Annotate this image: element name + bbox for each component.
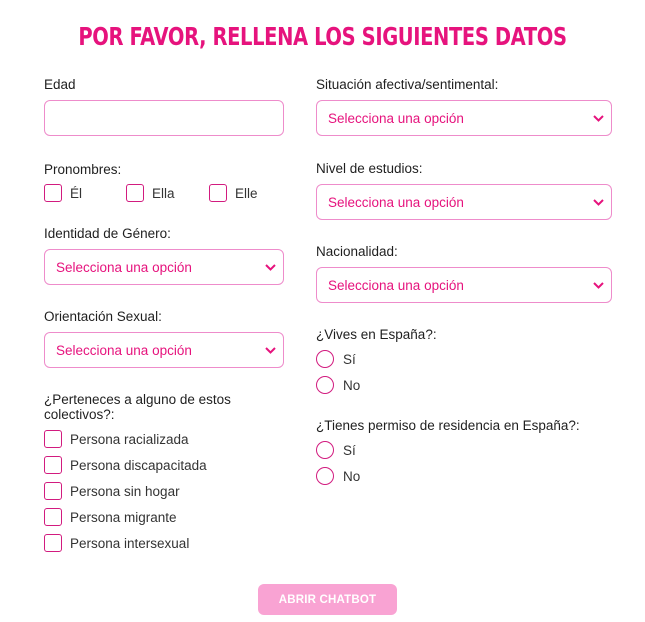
colectivo-sin-hogar-option[interactable]: Persona sin hogar [44, 482, 180, 500]
permiso-si-label: Sí [343, 442, 356, 458]
orientacion-select-value: Selecciona una opción [56, 342, 192, 358]
vives-si-option[interactable]: Sí [316, 350, 356, 368]
permiso-no-option[interactable]: No [316, 467, 360, 485]
colectivo-sin-hogar-checkbox[interactable] [44, 482, 62, 500]
chevron-down-icon [264, 344, 276, 356]
colectivo-racializada-option[interactable]: Persona racializada [44, 430, 189, 448]
vives-si-radio[interactable] [316, 350, 334, 368]
colectivo-migrante-option[interactable]: Persona migrante [44, 508, 177, 526]
nacionalidad-select-value: Selecciona una opción [328, 277, 464, 293]
orientacion-label: Orientación Sexual: [44, 309, 162, 324]
nacionalidad-select[interactable]: Selecciona una opción [316, 267, 612, 303]
permiso-label: ¿Tienes permiso de residencia en España?… [316, 418, 580, 433]
vives-no-option[interactable]: No [316, 376, 360, 394]
colectivos-label-line2: colectivos?: [44, 407, 115, 422]
colectivo-intersexual-checkbox[interactable] [44, 534, 62, 552]
situacion-select-value: Selecciona una opción [328, 110, 464, 126]
orientacion-select[interactable]: Selecciona una opción [44, 332, 284, 368]
vives-label: ¿Vives en España?: [316, 327, 437, 342]
situacion-label: Situación afectiva/sentimental: [316, 77, 499, 92]
colectivo-migrante-label: Persona migrante [70, 509, 177, 525]
estudios-select-value: Selecciona una opción [328, 194, 464, 210]
chevron-down-icon [264, 261, 276, 273]
identidad-select-value: Selecciona una opción [56, 259, 192, 275]
colectivo-sin-hogar-label: Persona sin hogar [70, 483, 180, 499]
nacionalidad-label: Nacionalidad: [316, 244, 398, 259]
colectivo-racializada-label: Persona racializada [70, 431, 189, 447]
colectivo-discapacitada-label: Persona discapacitada [70, 457, 207, 473]
estudios-label: Nivel de estudios: [316, 161, 423, 176]
vives-no-radio[interactable] [316, 376, 334, 394]
pronombres-label: Pronombres: [44, 162, 122, 177]
chevron-down-icon [592, 279, 604, 291]
page-title: POR FAVOR, RELLENA LOS SIGUIENTES DATOS [78, 22, 567, 51]
pronombre-elle-option[interactable]: Elle [209, 184, 258, 202]
pronombre-ella-label: Ella [152, 185, 175, 201]
abrir-chatbot-button[interactable]: ABRIR CHATBOT [258, 584, 397, 615]
identidad-label: Identidad de Género: [44, 226, 171, 241]
pronombre-el-option[interactable]: Él [44, 184, 82, 202]
permiso-no-label: No [343, 468, 361, 484]
permiso-si-option[interactable]: Sí [316, 441, 356, 459]
pronombre-elle-label: Elle [235, 185, 258, 201]
chevron-down-icon [592, 112, 604, 124]
colectivo-discapacitada-option[interactable]: Persona discapacitada [44, 456, 207, 474]
chevron-down-icon [592, 196, 604, 208]
colectivo-migrante-checkbox[interactable] [44, 508, 62, 526]
edad-label: Edad [44, 77, 76, 92]
permiso-no-radio[interactable] [316, 467, 334, 485]
estudios-select[interactable]: Selecciona una opción [316, 184, 612, 220]
colectivo-discapacitada-checkbox[interactable] [44, 456, 62, 474]
situacion-select[interactable]: Selecciona una opción [316, 100, 612, 136]
colectivo-racializada-checkbox[interactable] [44, 430, 62, 448]
pronombre-elle-checkbox[interactable] [209, 184, 227, 202]
pronombre-el-label: Él [70, 185, 83, 201]
identidad-select[interactable]: Selecciona una opción [44, 249, 284, 285]
permiso-si-radio[interactable] [316, 441, 334, 459]
pronombre-el-checkbox[interactable] [44, 184, 62, 202]
pronombre-ella-option[interactable]: Ella [126, 184, 175, 202]
colectivo-intersexual-label: Persona intersexual [70, 535, 190, 551]
vives-no-label: No [343, 377, 361, 393]
colectivos-label-line1: ¿Perteneces a alguno de estos [44, 392, 231, 407]
colectivo-intersexual-option[interactable]: Persona intersexual [44, 534, 189, 552]
edad-input[interactable] [44, 100, 284, 136]
pronombre-ella-checkbox[interactable] [126, 184, 144, 202]
vives-si-label: Sí [343, 351, 356, 367]
